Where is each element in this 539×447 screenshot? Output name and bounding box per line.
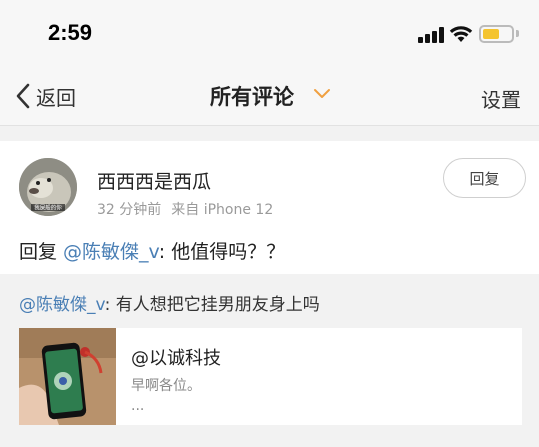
back-label: 返回 (36, 85, 76, 110)
page-title[interactable]: 所有评论 (210, 81, 294, 111)
wifi-icon (449, 26, 473, 42)
comment-mention-link[interactable]: @陈敏傑_v (63, 241, 159, 263)
avatar-caption: 我屎般的你 (34, 204, 62, 212)
username[interactable]: 西西西是西瓜 (97, 167, 211, 194)
link-description: 早啊各位。 (131, 378, 201, 394)
comment-text: 回复 @陈敏傑_v: 他值得吗？？ (19, 237, 285, 264)
link-card[interactable]: @以诚科技 早啊各位。 ... (19, 328, 522, 425)
phone-photo-image (19, 328, 116, 425)
chevron-left-icon (16, 83, 30, 109)
chevron-down-icon[interactable] (313, 88, 331, 100)
comment-body: : 他值得吗？？ (158, 241, 286, 263)
post-meta: 32 分钟前 来自 iPhone 12 (97, 199, 273, 219)
status-bar: 2:59 (0, 0, 539, 64)
seal-avatar-image: 我屎般的你 (19, 158, 77, 216)
battery-tip (516, 30, 519, 37)
quoted-body: : 有人想把它挂男朋友身上吗 (104, 295, 320, 315)
reply-button[interactable]: 回复 (443, 158, 526, 198)
link-ellipsis: ... (131, 398, 145, 414)
quoted-text: @陈敏傑_v: 有人想把它挂男朋友身上吗 (19, 290, 320, 315)
comment-prefix: 回复 (19, 241, 64, 263)
battery-icon (479, 25, 514, 43)
link-thumbnail (19, 328, 116, 425)
status-time: 2:59 (48, 20, 93, 45)
quoted-mention-link[interactable]: @陈敏傑_v (19, 295, 105, 315)
post-source: 来自 iPhone 12 (171, 202, 274, 218)
avatar[interactable]: 我屎般的你 (19, 158, 77, 216)
cellular-signal-icon (418, 27, 444, 43)
comment-card: 我屎般的你 西西西是西瓜 32 分钟前 来自 iPhone 12 回复 回复 @陈… (0, 141, 539, 447)
post-time: 32 分钟前 (97, 202, 162, 218)
back-button[interactable]: 返回 (14, 82, 76, 110)
battery-level (483, 29, 499, 39)
nav-bar: 返回 所有评论 设置 (0, 64, 539, 126)
quoted-post[interactable]: @陈敏傑_v: 有人想把它挂男朋友身上吗 @以诚科技 早啊各位。 ... (0, 274, 539, 447)
settings-button[interactable]: 设置 (481, 84, 521, 113)
link-title: @以诚科技 (131, 348, 221, 369)
